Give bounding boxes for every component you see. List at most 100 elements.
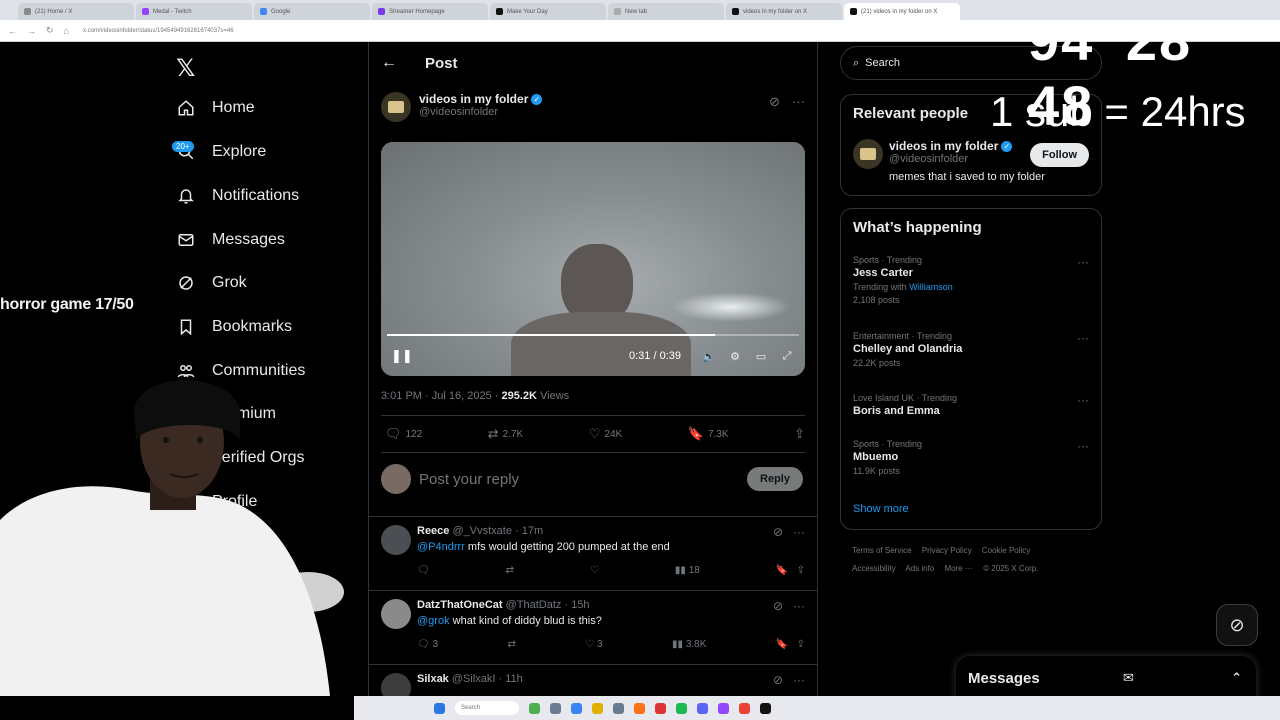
more-options-icon[interactable]: ··· xyxy=(793,599,805,613)
volume-icon[interactable]: 🔈 xyxy=(701,350,717,363)
app-icon[interactable] xyxy=(529,702,540,714)
more-options-icon[interactable]: ··· xyxy=(1077,439,1089,453)
browser-tab[interactable]: (21) Home / X xyxy=(18,3,134,20)
footer-link[interactable]: Accessibility xyxy=(852,564,896,573)
spotify-icon[interactable] xyxy=(676,702,687,714)
grok-icon[interactable]: ⊘ xyxy=(1216,604,1258,646)
chrome-icon[interactable] xyxy=(739,702,750,714)
footer-link[interactable]: Privacy Policy xyxy=(922,546,972,555)
home-icon[interactable]: ⌂ xyxy=(64,26,69,36)
share-action[interactable]: ⇪ xyxy=(794,426,805,442)
messages-drawer[interactable]: Messages ✉ ⌃ xyxy=(956,656,1256,700)
grok-icon[interactable]: ⊘ xyxy=(773,673,783,687)
share-icon[interactable]: ⇪ xyxy=(797,565,805,576)
repost-action[interactable]: ⇄ 2.7K xyxy=(488,426,523,442)
reload-icon[interactable]: ↻ xyxy=(46,25,54,36)
back-arrow-icon[interactable]: ← xyxy=(381,54,397,72)
more-options-icon[interactable]: ··· xyxy=(792,94,805,110)
repost-icon[interactable]: ⇄ xyxy=(506,565,514,576)
grok-icon[interactable]: ⊘ xyxy=(773,525,783,539)
pause-icon[interactable]: ❚❚ xyxy=(391,348,413,364)
new-message-icon[interactable]: ✉ xyxy=(1123,670,1134,686)
avatar[interactable] xyxy=(381,525,411,555)
url-field[interactable]: x.com/videosinfolder/status/194549491626… xyxy=(83,28,234,34)
file-explorer-icon[interactable] xyxy=(592,702,603,714)
video-progress-bar[interactable] xyxy=(387,334,799,336)
mention-link[interactable]: @grok xyxy=(417,615,450,627)
expand-icon[interactable]: ⌃ xyxy=(1231,670,1242,686)
reply-action[interactable]: 🗨 122 xyxy=(385,426,422,442)
settings-gear-icon[interactable]: ⚙ xyxy=(727,350,743,363)
browser-tab[interactable]: New tab xyxy=(608,3,724,20)
more-options-icon[interactable]: ··· xyxy=(1077,331,1089,345)
browser-tab[interactable]: Medal - Twitch xyxy=(136,3,252,20)
nav-item-messages[interactable]: Messages xyxy=(176,230,285,250)
comment-icon[interactable]: 🗨 xyxy=(417,565,430,576)
reply-author-name[interactable]: Reece xyxy=(417,525,449,537)
reply-author-name[interactable]: Silxak xyxy=(417,673,449,685)
bookmark-icon[interactable]: 🔖 xyxy=(776,639,788,650)
discord-icon[interactable] xyxy=(697,702,708,714)
browser-tab[interactable]: videos in my folder on X xyxy=(726,3,842,20)
grok-icon[interactable]: ⊘ xyxy=(769,94,780,110)
app-icon[interactable] xyxy=(655,702,666,714)
more-options-icon[interactable]: ··· xyxy=(1077,393,1089,407)
reply-input[interactable]: Post your reply xyxy=(419,471,739,488)
x-logo-icon[interactable]: 𝕏 xyxy=(176,54,195,83)
app-icon[interactable] xyxy=(613,702,624,714)
footer-link[interactable]: Terms of Service xyxy=(852,546,912,555)
avatar[interactable] xyxy=(853,139,883,169)
browser-tab[interactable]: Streamer Homepage xyxy=(372,3,488,20)
more-options-icon[interactable]: ··· xyxy=(793,673,805,687)
pip-icon[interactable]: ▭ xyxy=(753,350,769,363)
browser-tab[interactable]: Make Your Day xyxy=(490,3,606,20)
views-action[interactable]: ▮▮ 3.8K xyxy=(672,639,706,650)
reply-item[interactable]: Reece @_Vvstxate · 17m @P4ndrrr mfs woul… xyxy=(369,516,817,590)
like-action[interactable]: ♡ 3 xyxy=(585,639,602,650)
person-name[interactable]: videos in my folder xyxy=(889,139,998,153)
person-handle[interactable]: @videosinfolder xyxy=(889,153,1045,165)
like-action[interactable]: ♡ 24K xyxy=(589,426,622,442)
forward-arrow-icon[interactable]: → xyxy=(27,26,36,36)
reply-button[interactable]: Reply xyxy=(747,467,803,491)
mention-link[interactable]: @P4ndrrr xyxy=(417,541,465,553)
follow-button[interactable]: Follow xyxy=(1030,143,1089,167)
author-name[interactable]: videos in my folder xyxy=(419,92,528,106)
avatar[interactable] xyxy=(381,599,411,629)
browser-tab-active[interactable]: (21) videos in my folder on X xyxy=(844,3,960,20)
bookmark-action[interactable]: 🔖 7.3K xyxy=(688,426,729,442)
taskbar-search[interactable]: Search xyxy=(455,701,519,715)
browser-tab[interactable]: Google xyxy=(254,3,370,20)
video-player[interactable]: ❚❚ 0:31 / 0:39 🔈 ⚙ ▭ ⤢ xyxy=(381,142,805,376)
reply-item[interactable]: DatzThatOneCat @ThatDatz · 15h @grok wha… xyxy=(369,590,817,664)
obs-icon[interactable] xyxy=(760,702,771,714)
nav-item-notifications[interactable]: Notifications xyxy=(176,186,299,206)
footer-link[interactable]: Ads info xyxy=(905,564,934,573)
trend-item[interactable]: Sports · Trending Mbuemo 11.9K posts ··· xyxy=(853,439,1089,476)
nav-item-bookmarks[interactable]: Bookmarks xyxy=(176,317,292,337)
repost-icon[interactable]: ⇄ xyxy=(507,639,515,650)
avatar[interactable] xyxy=(381,92,411,122)
app-icon[interactable] xyxy=(718,702,729,714)
app-icon[interactable] xyxy=(550,702,561,714)
app-icon[interactable] xyxy=(571,702,582,714)
trend-item[interactable]: Sports · Trending Jess Carter Trending w… xyxy=(853,255,1089,305)
reply-action[interactable]: 🗨 3 xyxy=(417,639,438,650)
post-timestamp[interactable]: 3:01 PM · Jul 16, 2025 · xyxy=(381,390,501,402)
reply-author-name[interactable]: DatzThatOneCat xyxy=(417,599,503,611)
footer-link[interactable]: Cookie Policy xyxy=(982,546,1030,555)
back-arrow-icon[interactable]: ← xyxy=(8,26,17,36)
trend-with-link[interactable]: Williamson xyxy=(909,282,953,292)
more-options-icon[interactable]: ··· xyxy=(793,525,805,539)
views-action[interactable]: ▮▮ 18 xyxy=(675,565,700,576)
reply-item[interactable]: Silxak @SilxakI · 11h ⊘ ··· xyxy=(369,664,817,703)
more-options-icon[interactable]: ··· xyxy=(1077,255,1089,269)
trend-item[interactable]: Entertainment · Trending Chelley and Ola… xyxy=(853,331,1089,368)
share-icon[interactable]: ⇪ xyxy=(797,639,805,650)
nav-item-grok[interactable]: Grok xyxy=(176,273,247,293)
nav-item-home[interactable]: Home xyxy=(176,98,255,118)
show-more-link[interactable]: Show more xyxy=(853,503,909,515)
author-handle[interactable]: @videosinfolder xyxy=(419,106,542,118)
footer-link[interactable]: More ··· xyxy=(945,564,973,573)
windows-start-icon[interactable] xyxy=(434,702,445,714)
